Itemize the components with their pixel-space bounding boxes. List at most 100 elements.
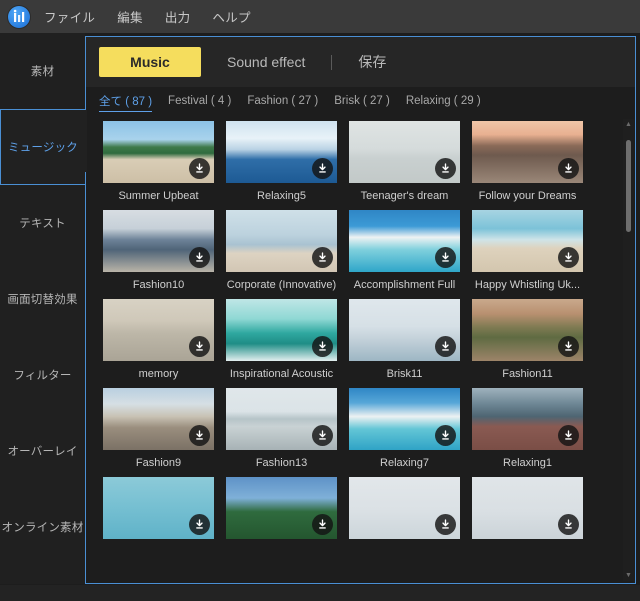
music-card[interactable]: Follow your Dreams	[472, 121, 583, 203]
filter-relaxing[interactable]: Relaxing ( 29 )	[406, 95, 481, 109]
download-icon[interactable]	[558, 247, 579, 268]
tab-divider	[331, 54, 333, 70]
sidebar-item-label: オンライン素材	[1, 522, 84, 534]
sidebar-item-material[interactable]: 素材	[0, 33, 85, 109]
download-icon[interactable]	[189, 247, 210, 268]
content-panel: Music Sound effect 保存 全て ( 87 ) Festival…	[85, 36, 636, 584]
download-icon[interactable]	[312, 514, 333, 535]
music-title: memory	[138, 368, 179, 380]
music-thumbnail[interactable]	[103, 299, 214, 361]
download-icon[interactable]	[435, 247, 456, 268]
caret-up-icon[interactable]: ▲	[623, 119, 634, 130]
menu-file[interactable]: ファイル	[42, 4, 97, 29]
music-card[interactable]	[349, 477, 460, 559]
music-card[interactable]: Fashion10	[103, 210, 214, 292]
sidebar-item-transitions[interactable]: 画面切替効果	[0, 261, 85, 337]
music-thumbnail[interactable]	[472, 121, 583, 183]
filter-fashion[interactable]: Fashion ( 27 )	[247, 95, 318, 109]
sidebar-item-label: フィルター	[13, 370, 72, 382]
music-thumbnail[interactable]	[226, 299, 337, 361]
download-icon[interactable]	[189, 425, 210, 446]
music-card[interactable]: Fashion11	[472, 299, 583, 381]
music-thumbnail[interactable]	[226, 210, 337, 272]
title-bar: ファイル 編集 出力 ヘルプ	[0, 0, 640, 33]
sidebar-item-online[interactable]: オンライン素材	[0, 489, 85, 565]
music-grid: Summer Upbeat Relaxing5 Teenager's dream Fo…	[86, 117, 623, 559]
music-card[interactable]: Brisk11	[349, 299, 460, 381]
music-thumbnail[interactable]	[103, 121, 214, 183]
music-title: Teenager's dream	[360, 190, 449, 202]
download-icon[interactable]	[558, 514, 579, 535]
sidebar-item-text[interactable]: テキスト	[0, 185, 85, 261]
scrollbar-track[interactable]	[623, 130, 634, 570]
music-card[interactable]: Teenager's dream	[349, 121, 460, 203]
music-title: Fashion10	[132, 279, 185, 291]
music-card[interactable]: Accomplishment Full	[349, 210, 460, 292]
menu-help[interactable]: ヘルプ	[210, 4, 252, 29]
scrollbar-thumb[interactable]	[626, 140, 631, 232]
music-title	[349, 545, 460, 559]
download-icon[interactable]	[435, 336, 456, 357]
music-card[interactable]: Fashion13	[226, 388, 337, 470]
music-thumbnail[interactable]	[472, 299, 583, 361]
music-thumbnail[interactable]	[103, 388, 214, 450]
download-icon[interactable]	[312, 158, 333, 179]
sidebar-item-filters[interactable]: フィルター	[0, 337, 85, 413]
music-thumbnail[interactable]	[472, 477, 583, 539]
music-thumbnail[interactable]	[226, 477, 337, 539]
music-thumbnail[interactable]	[349, 210, 460, 272]
music-title: Fashion13	[255, 457, 308, 469]
music-card[interactable]: Summer Upbeat	[103, 121, 214, 203]
vertical-scrollbar[interactable]: ▲ ▼	[623, 119, 634, 581]
download-icon[interactable]	[312, 247, 333, 268]
music-card[interactable]: Relaxing7	[349, 388, 460, 470]
music-title: Summer Upbeat	[118, 190, 199, 202]
sidebar-item-music[interactable]: ミュージック	[0, 109, 85, 185]
music-thumbnail[interactable]	[226, 121, 337, 183]
music-card[interactable]: Inspirational Acoustic	[226, 299, 337, 381]
music-card[interactable]: Relaxing5	[226, 121, 337, 203]
music-thumbnail[interactable]	[103, 477, 214, 539]
music-card[interactable]: Relaxing1	[472, 388, 583, 470]
menu-export[interactable]: 出力	[163, 4, 193, 29]
download-icon[interactable]	[312, 425, 333, 446]
music-card[interactable]	[103, 477, 214, 559]
music-thumbnail[interactable]	[349, 477, 460, 539]
download-icon[interactable]	[189, 336, 210, 357]
download-icon[interactable]	[435, 158, 456, 179]
caret-down-icon[interactable]: ▼	[623, 570, 634, 581]
music-card[interactable]: Fashion9	[103, 388, 214, 470]
sidebar: 素材 ミュージック テキスト 画面切替効果 フィルター オーバーレイ オンライン…	[0, 33, 85, 584]
download-icon[interactable]	[435, 514, 456, 535]
filter-all[interactable]: 全て ( 87 )	[99, 93, 153, 112]
music-thumbnail[interactable]	[472, 388, 583, 450]
sidebar-item-overlays[interactable]: オーバーレイ	[0, 413, 85, 489]
tab-music[interactable]: Music	[99, 47, 201, 77]
tab-sound-effect[interactable]: Sound effect	[211, 47, 321, 77]
music-card[interactable]	[472, 477, 583, 559]
menu-edit[interactable]: 編集	[115, 4, 145, 29]
music-thumbnail[interactable]	[472, 210, 583, 272]
music-card[interactable]: memory	[103, 299, 214, 381]
music-title: Fashion9	[135, 457, 182, 469]
music-thumbnail[interactable]	[349, 121, 460, 183]
music-thumbnail[interactable]	[349, 299, 460, 361]
download-icon[interactable]	[558, 425, 579, 446]
download-icon[interactable]	[435, 425, 456, 446]
music-card[interactable]: Corporate (Innovative)	[226, 210, 337, 292]
download-icon[interactable]	[558, 158, 579, 179]
sidebar-panel-notch	[85, 110, 87, 172]
music-thumbnail[interactable]	[349, 388, 460, 450]
music-thumbnail[interactable]	[226, 388, 337, 450]
music-card[interactable]: Happy Whistling Uk...	[472, 210, 583, 292]
filter-festival[interactable]: Festival ( 4 )	[168, 95, 231, 109]
music-thumbnail[interactable]	[103, 210, 214, 272]
music-title	[472, 545, 583, 559]
music-card[interactable]	[226, 477, 337, 559]
download-icon[interactable]	[312, 336, 333, 357]
download-icon[interactable]	[189, 514, 210, 535]
filter-brisk[interactable]: Brisk ( 27 )	[334, 95, 390, 109]
download-icon[interactable]	[189, 158, 210, 179]
download-icon[interactable]	[558, 336, 579, 357]
tab-saved[interactable]: 保存	[342, 47, 402, 77]
